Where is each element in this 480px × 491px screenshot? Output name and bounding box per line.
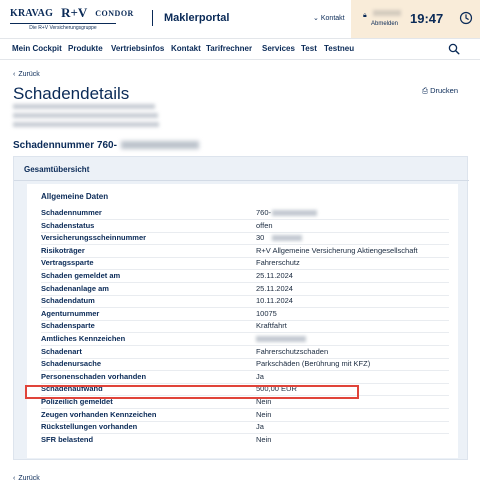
chevron-left-icon: ‹ — [13, 475, 16, 482]
print-label: Drucken — [430, 86, 459, 95]
row-label: Personenschaden vorhanden — [41, 371, 147, 381]
row-value: R+V Allgemeine Versicherung Aktiengesell… — [256, 245, 418, 255]
row-label: Rückstellungen vorhanden — [41, 422, 138, 432]
row-value: Nein — [256, 409, 272, 419]
row-value: Nein — [256, 434, 272, 444]
header: KRAVAG R+V CONDOR Die R+V Versicherungsg… — [0, 0, 480, 38]
nav-item-test[interactable]: Test — [301, 44, 317, 53]
user-name-redacted — [373, 10, 401, 16]
print-button[interactable]: ⎙ Drucken — [422, 86, 458, 96]
row-value: 760- — [256, 208, 272, 217]
row-divider — [41, 433, 449, 435]
row-label: Vertragssparte — [41, 258, 94, 268]
back-label: Zurück — [18, 475, 40, 482]
portal-title: Maklerportal — [164, 12, 230, 24]
nav-item-testneu[interactable]: Testneu — [324, 44, 354, 53]
user-box: 🔒︎ Abmelden 19:47 — [351, 0, 480, 38]
row-label: Schadenursache — [41, 359, 102, 369]
row-label: Schadendatum — [41, 296, 95, 306]
header-divider — [152, 10, 153, 26]
row-value: Fahrerschutzschaden — [256, 346, 329, 356]
nav-item-vertriebsinfos[interactable]: Vertriebsinfos — [111, 44, 164, 53]
row-value: 10.11.2024 — [256, 296, 293, 306]
chevron-down-icon: ⌄ — [313, 15, 319, 22]
row-label: Versicherungsscheinnummer — [41, 233, 147, 243]
logout-link[interactable]: Abmelden — [371, 21, 398, 27]
row-value: 30 — [256, 233, 265, 243]
claim-number-heading: Schadennummer 760- — [13, 140, 117, 151]
row-value: 25.11.2024 — [256, 271, 293, 280]
general-data-card: Allgemeine Daten Schadennummer 760- Schade… — [27, 184, 458, 458]
logo-condor: CONDOR — [95, 8, 134, 18]
row-divider — [41, 357, 449, 359]
row-divider — [41, 294, 449, 296]
printer-icon: ⎙ — [422, 86, 428, 95]
address-redacted — [13, 104, 155, 109]
row-value: Fahrerschutz — [256, 258, 300, 268]
row-value: Ja — [256, 371, 264, 381]
value-redacted — [256, 336, 306, 342]
panel-divider — [14, 180, 469, 181]
row-value: Parkschäden (Berührung mit KFZ) — [256, 359, 371, 369]
row-value: Kraftfahrt — [256, 321, 287, 331]
claim-number-redacted — [121, 141, 199, 149]
address-redacted — [13, 113, 158, 118]
logo-subtitle: Die R+V Versicherungsgruppe — [10, 23, 116, 31]
nav-item-services[interactable]: Services — [262, 44, 295, 53]
panel-title: Gesamtübersicht — [24, 165, 90, 174]
back-label: Zurück — [18, 71, 40, 78]
search-icon[interactable] — [448, 43, 460, 55]
value-redacted — [272, 210, 317, 216]
company-logo[interactable]: KRAVAG R+V CONDOR Die R+V Versicherungsg… — [10, 5, 138, 32]
nav-item-tarifrechner[interactable]: Tarifrechner — [206, 44, 252, 53]
row-divider — [41, 345, 449, 346]
row-value: offen — [256, 220, 273, 230]
row-divider — [41, 219, 449, 220]
row-label: Schaden gemeldet am — [41, 271, 121, 280]
row-label: Risikoträger — [41, 245, 85, 255]
address-redacted — [13, 122, 159, 127]
logo-kravag: KRAVAG — [10, 7, 54, 19]
session-clock: 19:47 — [410, 11, 444, 26]
nav-item-produkte[interactable]: Produkte — [68, 44, 103, 53]
page-title: Schadendetails — [13, 84, 130, 103]
row-label: Agenturnummer — [41, 308, 100, 318]
lock-icon: 🔒︎ — [363, 12, 367, 19]
section-title: Allgemeine Daten — [41, 192, 109, 201]
main-nav: Mein Cockpit Produkte Vertriebsinfos Kon… — [0, 38, 480, 60]
row-label: Schadensparte — [41, 321, 95, 331]
nav-item-mein-cockpit[interactable]: Mein Cockpit — [12, 44, 62, 53]
clock-icon — [459, 11, 473, 25]
contact-label: Kontakt — [320, 15, 345, 22]
chevron-left-icon: ‹ — [13, 71, 16, 78]
row-divider — [41, 256, 449, 258]
contact-menu[interactable]: ⌄ Kontakt — [313, 14, 345, 22]
row-label: Schadenart — [41, 346, 82, 356]
row-label: Schadenstatus — [41, 220, 95, 230]
highlight-box — [25, 385, 359, 399]
logo-rv: R+V — [61, 5, 88, 20]
nav-item-kontakt[interactable]: Kontakt — [171, 44, 201, 53]
overview-panel: Gesamtübersicht Allgemeine Daten Schaden… — [13, 156, 469, 460]
row-value: Ja — [256, 422, 264, 432]
row-label: SFR belastend — [41, 434, 94, 444]
row-label: Schadenanlage am — [41, 283, 109, 293]
value-redacted — [272, 235, 302, 242]
row-divider — [41, 319, 449, 321]
row-value: 10075 — [256, 308, 277, 318]
row-label: Zeugen vorhanden Kennzeichen — [41, 409, 157, 419]
row-value: 25.11.2024 — [256, 283, 293, 293]
back-link-bottom[interactable]: ‹ Zurück — [13, 475, 40, 482]
back-link-top[interactable]: ‹ Zurück — [13, 71, 40, 78]
row-label: Schadennummer — [41, 208, 102, 217]
row-divider — [41, 307, 449, 309]
row-label: Amtliches Kennzeichen — [41, 334, 126, 343]
